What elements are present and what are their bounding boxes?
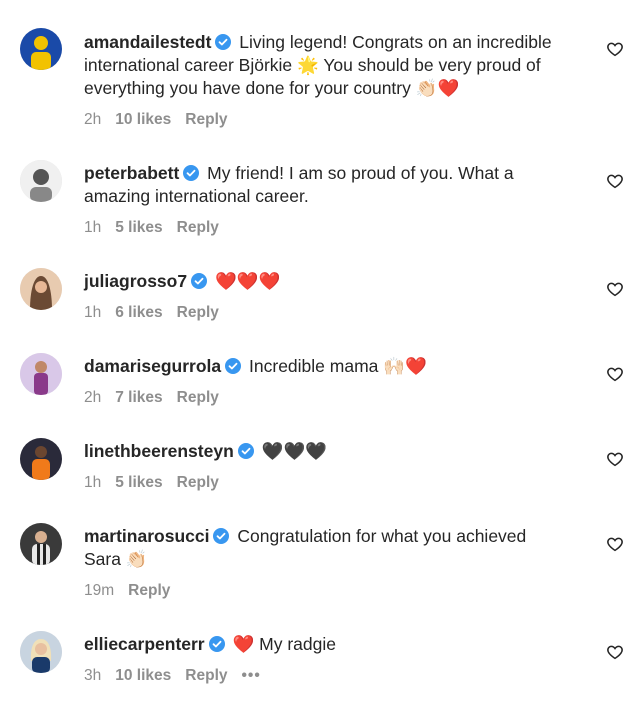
verified-badge-icon (208, 636, 225, 652)
comment-text: linethbeerensteyn 🖤🖤🖤 (84, 440, 604, 463)
heart-outline-icon[interactable] (606, 280, 624, 298)
timestamp[interactable]: 1h (84, 219, 101, 236)
verified-badge-icon (215, 34, 232, 50)
likes-count[interactable]: 10 likes (115, 111, 171, 128)
likes-count[interactable]: 7 likes (115, 389, 162, 406)
timestamp[interactable]: 19m (84, 582, 114, 599)
username[interactable]: linethbeerensteyn (84, 441, 234, 461)
reply-button[interactable]: Reply (128, 582, 170, 599)
timestamp[interactable]: 1h (84, 304, 101, 321)
comment-text: amandailestedt Living legend! Congrats o… (84, 31, 604, 100)
heart-outline-icon[interactable] (606, 450, 624, 468)
comment-meta: 19m Reply (84, 581, 184, 601)
comment-text: martinarosucci Congratulation for what y… (84, 525, 604, 571)
comment-line: amazing international career. (84, 186, 309, 206)
comment-line: ❤️❤️❤️ (214, 271, 281, 291)
likes-count[interactable]: 10 likes (115, 667, 171, 684)
avatar[interactable] (20, 353, 62, 395)
username[interactable]: juliagrosso7 (84, 271, 187, 291)
comment-meta: 2h 7 likes Reply (84, 388, 233, 408)
comment-line: Sara 👏🏻 (84, 549, 148, 569)
username[interactable]: peterbabett (84, 163, 179, 183)
avatar[interactable] (20, 160, 62, 202)
timestamp[interactable]: 1h (84, 474, 101, 491)
comment-line: international career Björkie 🌟 You shoul… (84, 55, 541, 75)
avatar[interactable] (20, 523, 62, 565)
verified-badge-icon (225, 358, 242, 374)
reply-button[interactable]: Reply (185, 667, 227, 684)
reply-button[interactable]: Reply (177, 389, 219, 406)
heart-outline-icon[interactable] (606, 365, 624, 383)
comment-meta: 1h 5 likes Reply (84, 473, 233, 493)
comment-meta: 3h 10 likes Reply ••• (84, 666, 275, 686)
comment-line: Incredible mama 🙌🏻❤️ (249, 356, 427, 376)
verified-badge-icon (191, 273, 208, 289)
avatar[interactable] (20, 28, 62, 70)
timestamp[interactable]: 2h (84, 389, 101, 406)
verified-badge-icon (237, 443, 254, 459)
comment-line: Living legend! Congrats on an incredible (239, 32, 552, 52)
comment-line: 🖤🖤🖤 (261, 441, 328, 461)
verified-badge-icon (213, 528, 230, 544)
heart-outline-icon[interactable] (606, 40, 624, 58)
reply-button[interactable]: Reply (185, 111, 227, 128)
avatar[interactable] (20, 438, 62, 480)
comment-line: Congratulation for what you achieved (237, 526, 527, 546)
timestamp[interactable]: 2h (84, 111, 101, 128)
comment-meta: 1h 5 likes Reply (84, 218, 233, 238)
comment-line: ❤️ My radgie (232, 634, 337, 654)
more-options-button[interactable]: ••• (242, 667, 261, 684)
timestamp[interactable]: 3h (84, 667, 101, 684)
username[interactable]: martinarosucci (84, 526, 209, 546)
heart-outline-icon[interactable] (606, 535, 624, 553)
username[interactable]: damarisegurrola (84, 356, 221, 376)
heart-outline-icon[interactable] (606, 643, 624, 661)
avatar[interactable] (20, 268, 62, 310)
comment-meta: 2h 10 likes Reply (84, 110, 242, 130)
username[interactable]: elliecarpenterr (84, 634, 205, 654)
heart-outline-icon[interactable] (606, 172, 624, 190)
comment-meta: 1h 6 likes Reply (84, 303, 233, 323)
comment-line: My friend! I am so proud of you. What a (207, 163, 514, 183)
username[interactable]: amandailestedt (84, 32, 211, 52)
reply-button[interactable]: Reply (177, 474, 219, 491)
verified-badge-icon (183, 165, 200, 181)
reply-button[interactable]: Reply (177, 304, 219, 321)
reply-button[interactable]: Reply (177, 219, 219, 236)
likes-count[interactable]: 6 likes (115, 304, 162, 321)
comment-text: elliecarpenterr ❤️ My radgie (84, 633, 604, 656)
likes-count[interactable]: 5 likes (115, 219, 162, 236)
avatar[interactable] (20, 631, 62, 673)
likes-count[interactable]: 5 likes (115, 474, 162, 491)
comment-line: everything you have done for your countr… (84, 78, 460, 98)
comment-text: peterbabett My friend! I am so proud of … (84, 162, 604, 208)
comment-text: juliagrosso7 ❤️❤️❤️ (84, 270, 604, 293)
comment-text: damarisegurrola Incredible mama 🙌🏻❤️ (84, 355, 604, 378)
